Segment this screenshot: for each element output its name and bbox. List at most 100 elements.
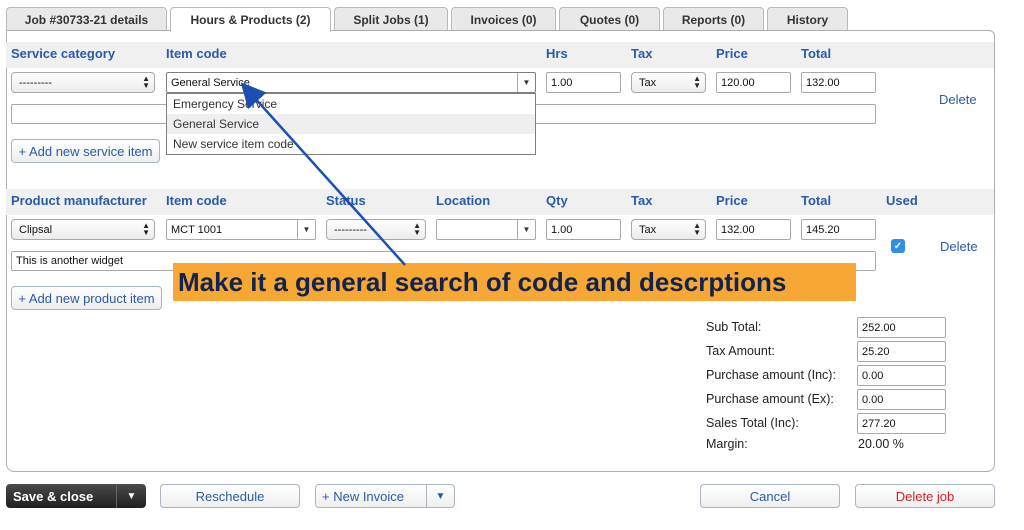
annotation-callout: Make it a general search of code and des… bbox=[173, 263, 856, 301]
select-updown-icon: ▲ ▼ bbox=[142, 221, 150, 237]
select-value: --------- bbox=[334, 223, 367, 236]
tab-hours-products[interactable]: Hours & Products (2) bbox=[170, 7, 331, 32]
save-close-button[interactable]: Save & close ▼ bbox=[6, 484, 146, 508]
tab-quotes[interactable]: Quotes (0) bbox=[559, 7, 660, 31]
dropdown-option[interactable]: Emergency Service bbox=[167, 94, 535, 114]
tab-job-details[interactable]: Job #30733-21 details bbox=[6, 7, 167, 31]
tab-label: Hours & Products (2) bbox=[190, 13, 311, 27]
margin-label: Margin: bbox=[706, 437, 748, 451]
input-value: 120.00 bbox=[721, 76, 755, 89]
new-invoice-button[interactable]: + New Invoice ▼ bbox=[315, 484, 455, 508]
checkmark-icon: ✓ bbox=[893, 240, 903, 252]
header-item-code: Item code bbox=[166, 46, 227, 61]
sales-total-label: Sales Total (Inc): bbox=[706, 416, 799, 430]
header-price: Price bbox=[716, 193, 748, 208]
tab-label: Job #30733-21 details bbox=[24, 12, 149, 27]
product-location-combobox[interactable]: ▼ bbox=[436, 219, 536, 240]
used-checkbox[interactable]: ✓ bbox=[891, 239, 905, 253]
input-value: 1.00 bbox=[551, 76, 573, 89]
input-value: 145.20 bbox=[806, 223, 840, 236]
input-value: 0.00 bbox=[862, 393, 884, 406]
input-value: 0.00 bbox=[862, 369, 884, 382]
reschedule-button[interactable]: Reschedule bbox=[160, 484, 300, 508]
add-product-item-button[interactable]: + Add new product item bbox=[11, 286, 162, 310]
sub-total-field[interactable]: 252.00 bbox=[857, 317, 946, 338]
header-total: Total bbox=[801, 46, 832, 61]
service-hrs-input[interactable]: 1.00 bbox=[546, 72, 621, 93]
header-tax: Tax bbox=[631, 193, 653, 208]
select-value: Tax bbox=[639, 76, 657, 89]
input-value: 252.00 bbox=[862, 321, 896, 334]
chevron-down-icon[interactable]: ▼ bbox=[297, 220, 315, 239]
header-location: Location bbox=[436, 193, 491, 208]
service-delete-link[interactable]: Delete bbox=[939, 92, 977, 107]
button-label: Cancel bbox=[749, 488, 791, 504]
tab-reports[interactable]: Reports (0) bbox=[663, 7, 764, 31]
option-label: New service item code bbox=[173, 137, 294, 151]
input-value: 1.00 bbox=[551, 223, 573, 236]
select-value: Tax bbox=[639, 223, 657, 236]
tab-invoices[interactable]: Invoices (0) bbox=[451, 7, 556, 31]
chevron-down-icon[interactable]: ▼ bbox=[517, 220, 535, 239]
dropdown-option[interactable]: New service item code bbox=[167, 134, 535, 154]
product-delete-link[interactable]: Delete bbox=[940, 239, 978, 254]
delete-job-button[interactable]: Delete job bbox=[855, 484, 995, 508]
sales-total-field[interactable]: 277.20 bbox=[857, 413, 946, 434]
product-status-select[interactable]: --------- ▲ ▼ bbox=[326, 219, 426, 240]
service-item-code-combobox[interactable]: General Service ▼ bbox=[166, 72, 536, 93]
item-code-dropdown-list: Emergency Service General Service New se… bbox=[166, 93, 536, 155]
button-label: Save & close bbox=[13, 488, 94, 504]
purchase-inc-label: Purchase amount (Inc): bbox=[706, 368, 836, 382]
select-updown-icon: ▲ ▼ bbox=[693, 74, 701, 90]
product-item-code-combobox[interactable]: MCT 1001 ▼ bbox=[166, 219, 316, 240]
input-value: 132.00 bbox=[721, 223, 755, 236]
purchase-ex-field[interactable]: 0.00 bbox=[857, 389, 946, 410]
service-tax-select[interactable]: Tax ▲ ▼ bbox=[631, 72, 706, 93]
tax-amount-field[interactable]: 25.20 bbox=[857, 341, 946, 362]
service-price-input[interactable]: 120.00 bbox=[716, 72, 791, 93]
tab-label: Reports (0) bbox=[681, 12, 746, 27]
caret-down-icon[interactable]: ▼ bbox=[426, 485, 454, 507]
tab-split-jobs[interactable]: Split Jobs (1) bbox=[334, 7, 448, 31]
header-tax: Tax bbox=[631, 46, 653, 61]
annotation-text: Make it a general search of code and des… bbox=[178, 266, 787, 297]
input-value: 25.20 bbox=[862, 345, 890, 358]
button-label: + Add new service item bbox=[18, 143, 153, 159]
button-label: + New Invoice bbox=[322, 488, 405, 504]
select-value: --------- bbox=[19, 76, 52, 89]
header-qty: Qty bbox=[546, 193, 568, 208]
combobox-value: MCT 1001 bbox=[171, 223, 223, 236]
add-service-item-button[interactable]: + Add new service item bbox=[11, 139, 160, 163]
margin-value: 20.00 % bbox=[858, 437, 904, 451]
header-product-manufacturer: Product manufacturer bbox=[11, 193, 147, 208]
service-total-input[interactable]: 132.00 bbox=[801, 72, 876, 93]
dropdown-option-selected[interactable]: General Service bbox=[167, 114, 535, 134]
chevron-down-icon[interactable]: ▼ bbox=[517, 73, 535, 92]
purchase-ex-label: Purchase amount (Ex): bbox=[706, 392, 834, 406]
input-value: 277.20 bbox=[862, 417, 896, 430]
header-total: Total bbox=[801, 193, 832, 208]
service-category-select[interactable]: --------- ▲ ▼ bbox=[11, 72, 155, 93]
combobox-value: General Service bbox=[171, 76, 250, 89]
tab-label: Invoices (0) bbox=[470, 12, 537, 27]
cancel-button[interactable]: Cancel bbox=[700, 484, 840, 508]
button-label: + Add new product item bbox=[18, 290, 155, 306]
product-price-input[interactable]: 132.00 bbox=[716, 219, 791, 240]
input-value: 132.00 bbox=[806, 76, 840, 89]
header-item-code: Item code bbox=[166, 193, 227, 208]
purchase-inc-field[interactable]: 0.00 bbox=[857, 365, 946, 386]
tab-label: Split Jobs (1) bbox=[353, 12, 429, 27]
product-tax-select[interactable]: Tax ▲ ▼ bbox=[631, 219, 706, 240]
product-qty-input[interactable]: 1.00 bbox=[546, 219, 621, 240]
option-label: General Service bbox=[173, 117, 260, 131]
tab-history[interactable]: History bbox=[767, 7, 848, 31]
product-header-row bbox=[6, 189, 994, 215]
product-total-input[interactable]: 145.20 bbox=[801, 219, 876, 240]
product-manufacturer-select[interactable]: Clipsal ▲ ▼ bbox=[11, 219, 155, 240]
header-status: Status bbox=[326, 193, 366, 208]
select-updown-icon: ▲ ▼ bbox=[693, 221, 701, 237]
select-updown-icon: ▲ ▼ bbox=[413, 221, 421, 237]
option-label: Emergency Service bbox=[173, 97, 278, 111]
header-service-category: Service category bbox=[11, 46, 116, 61]
caret-down-icon[interactable]: ▼ bbox=[116, 484, 146, 508]
